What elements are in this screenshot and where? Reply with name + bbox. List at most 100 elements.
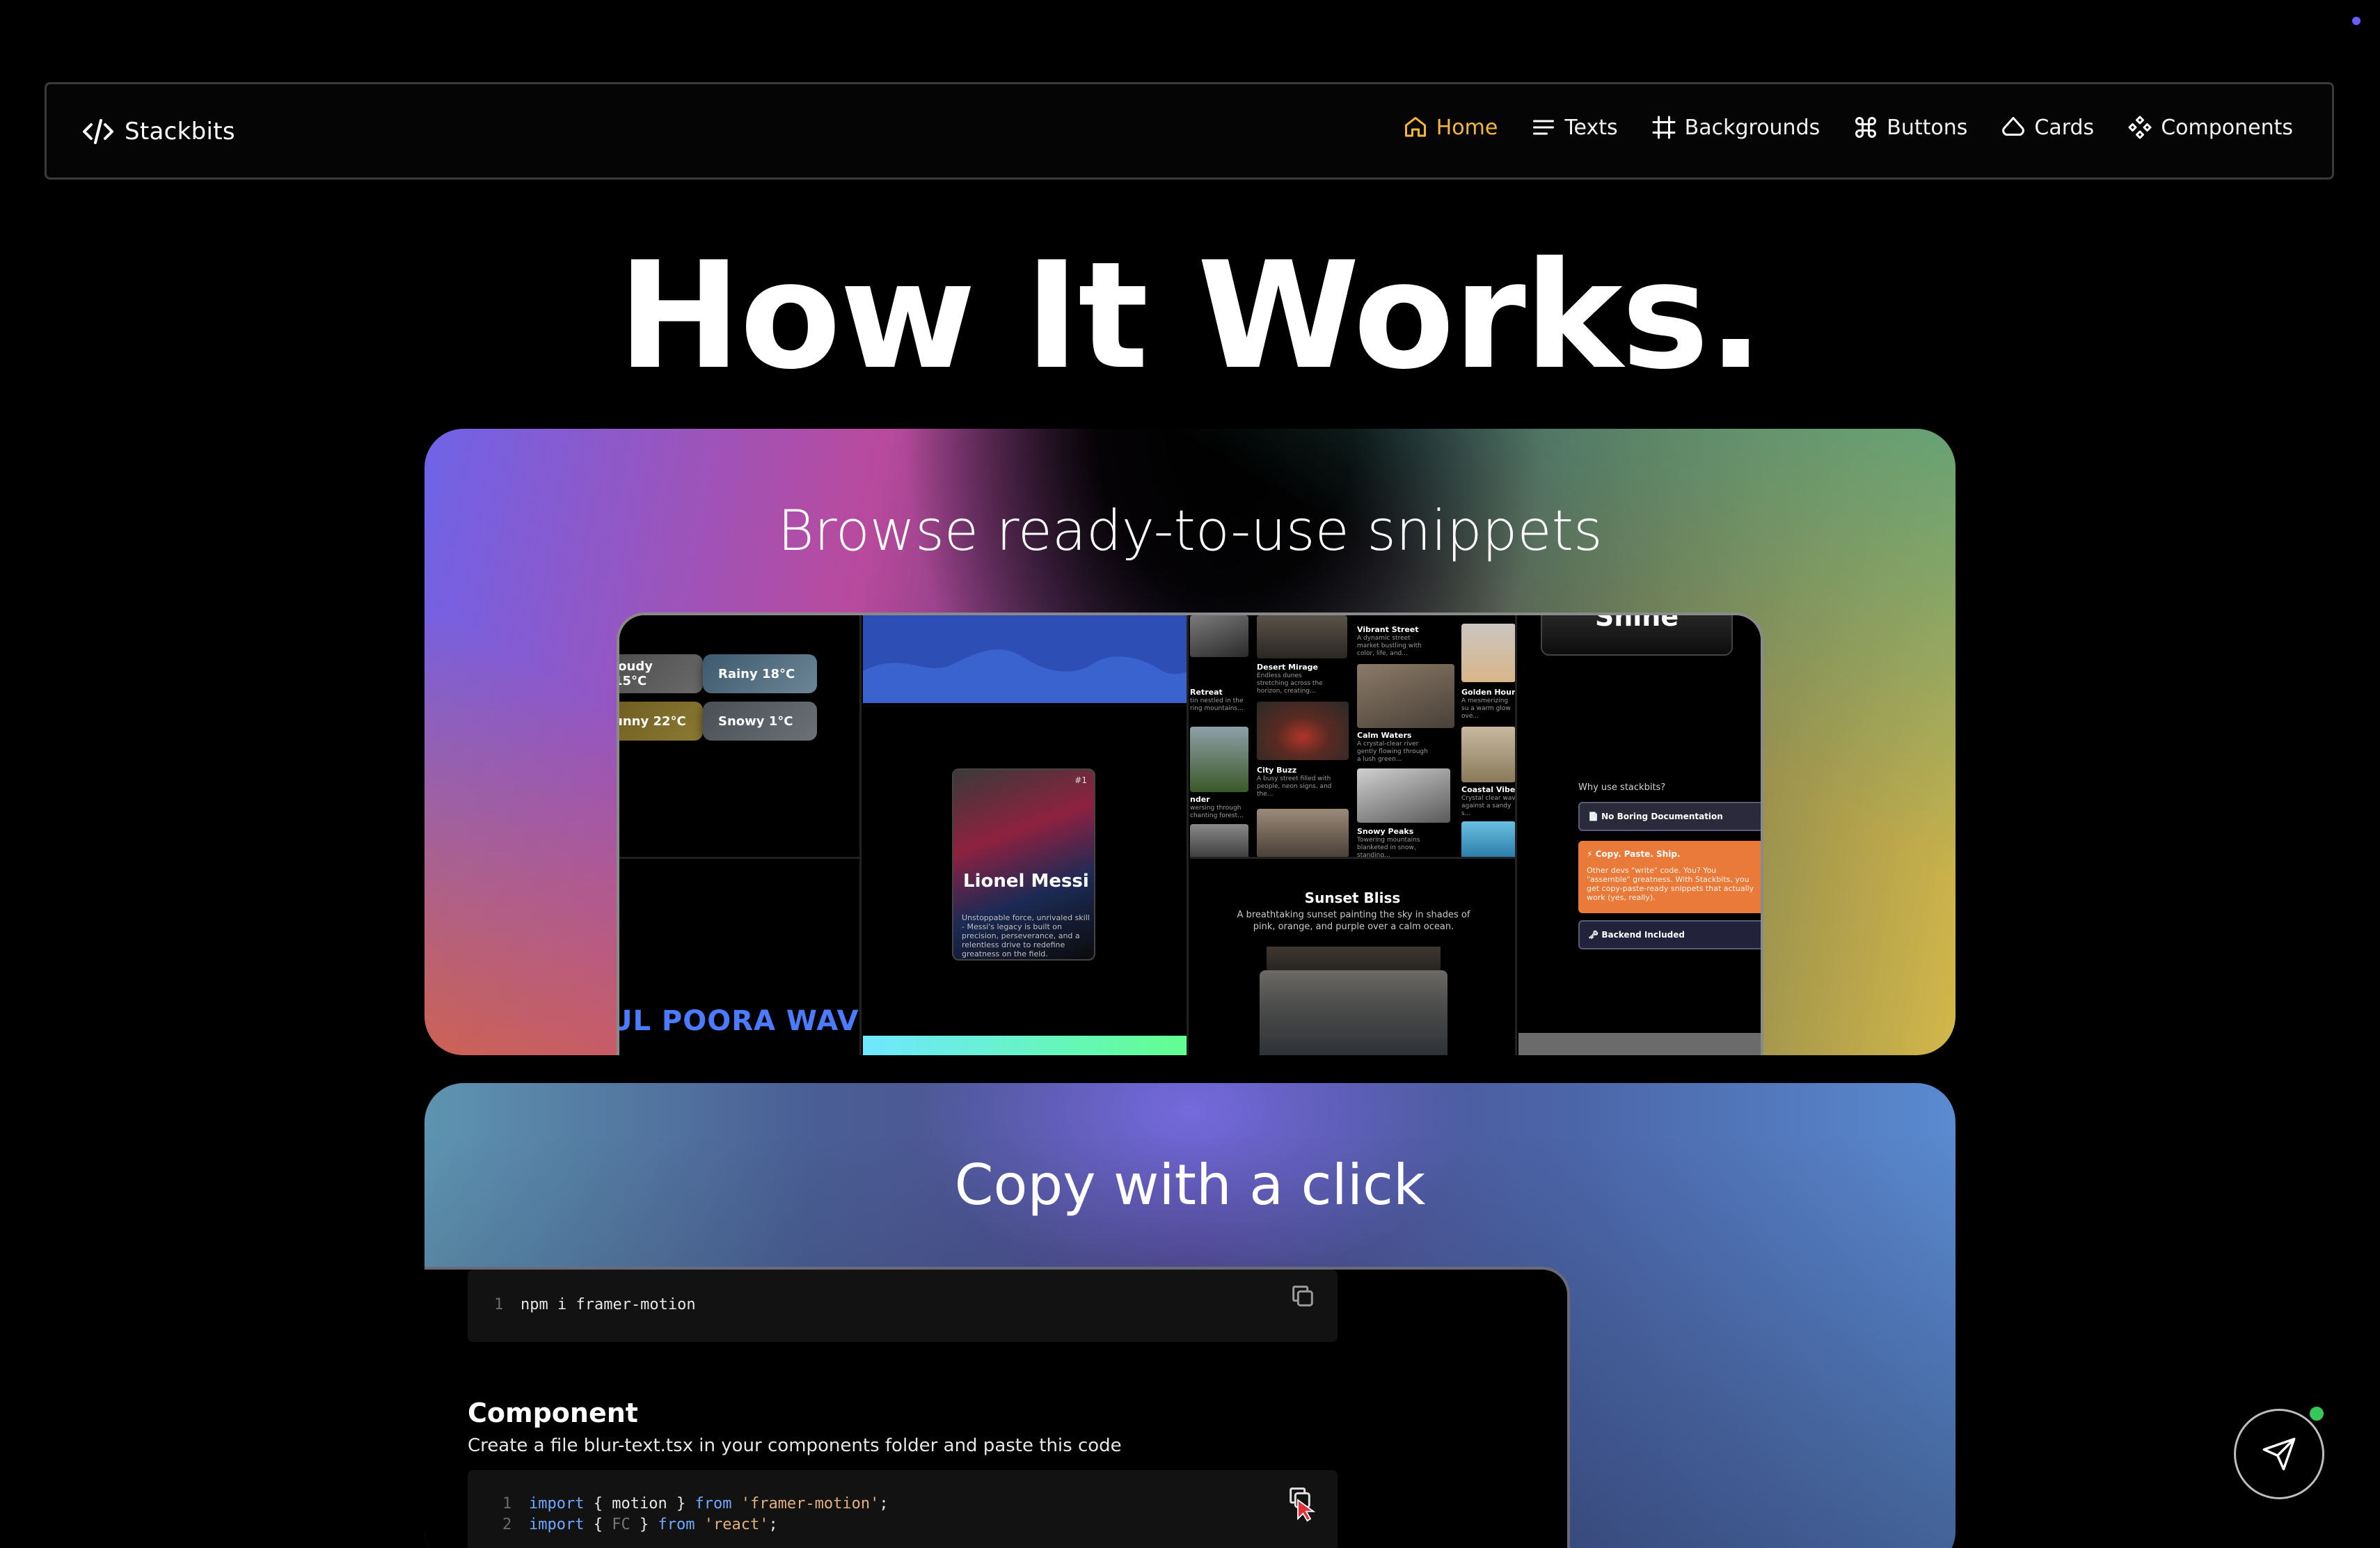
cursor-icon bbox=[1297, 1499, 1316, 1522]
thumb-skater[interactable] bbox=[1357, 768, 1450, 823]
thumb-desc: A crystal-clear river gently flowing thr… bbox=[1357, 741, 1428, 763]
thumb-desc: A mesmerizing su a warm glow ove... bbox=[1461, 697, 1511, 720]
card-showcase-panel: #1 Lionel Messi Unstoppable force, unriv… bbox=[863, 615, 1189, 1055]
thumb-caption: Calm Waters bbox=[1357, 731, 1412, 740]
gradient-bar bbox=[863, 1036, 1187, 1055]
text-lines-icon bbox=[1533, 120, 1555, 135]
install-command: npm i framer-motion bbox=[521, 1296, 696, 1313]
sunset-stack-panel: Sunset Bliss A breathtaking sunset paint… bbox=[1190, 859, 1517, 1055]
nav-backgrounds[interactable]: Backgrounds bbox=[1651, 115, 1820, 140]
stacked-image-mountains[interactable] bbox=[1260, 970, 1447, 1055]
wavy-text: UL POORA WAVY! bbox=[619, 1005, 859, 1037]
thumb-desc: A dynamic street market bustling with co… bbox=[1357, 635, 1422, 657]
thumb-crowd[interactable] bbox=[1257, 809, 1349, 857]
code-preview-screen: 1 npm i framer-motion Component Create a… bbox=[425, 1267, 1570, 1548]
thumb-golden-hour[interactable] bbox=[1461, 624, 1515, 682]
thumb-desc: Crystal clear wav against a sandy s... bbox=[1461, 795, 1516, 817]
step-browse-title: Browse ready-to-use snippets bbox=[777, 498, 1603, 563]
thumb-desc: Endless dunes stretching across the hori… bbox=[1257, 672, 1323, 695]
page-title: How It Works. bbox=[617, 230, 1764, 402]
sunset-desc: A breathtaking sunset painting the sky i… bbox=[1237, 910, 1470, 932]
command-icon bbox=[1855, 117, 1877, 138]
install-code-block: 1 npm i framer-motion bbox=[468, 1270, 1338, 1342]
top-navbar: Stackbits Home Texts Backgrounds Buttons… bbox=[45, 82, 2334, 180]
nav-buttons[interactable]: Buttons bbox=[1853, 115, 1967, 140]
image-grid-panel: Retreat tin nestled in the ring mountain… bbox=[1190, 615, 1517, 859]
step-copy-card: Copy with a click 1 npm i framer-motion … bbox=[425, 1083, 1955, 1548]
feature-label: 📄 No Boring Documentation bbox=[1588, 812, 1723, 821]
thumb-beach-crowd[interactable] bbox=[1461, 727, 1515, 782]
thumb-caption: Snowy Peaks bbox=[1357, 827, 1414, 836]
thumb-caption: Vibrant Street bbox=[1357, 625, 1419, 634]
line-number: 1 bbox=[502, 1495, 512, 1513]
thumb-desc: tin nestled in the ring mountains... bbox=[1190, 697, 1244, 712]
thumb-caption: Retreat bbox=[1190, 688, 1223, 697]
feature-backend[interactable]: 🗝 Backend Included bbox=[1578, 920, 1761, 949]
thumb-ocean[interactable] bbox=[1461, 821, 1515, 857]
code-icon bbox=[83, 119, 113, 144]
player-rank: #1 bbox=[1074, 775, 1087, 785]
component-heading: Component bbox=[468, 1398, 638, 1428]
feature-sub: Other devs "write" code. You? You "assem… bbox=[1587, 866, 1754, 902]
send-icon bbox=[2262, 1437, 2296, 1471]
snippets-preview-screen: loudy 15°C Rainy 18°C unny 22°C Snowy 1°… bbox=[617, 613, 1763, 1055]
thumb-caption: Golden Hour bbox=[1461, 688, 1516, 697]
weather-chip-cloudy[interactable]: loudy 15°C bbox=[619, 654, 703, 693]
nav-buttons-label: Buttons bbox=[1887, 115, 1968, 140]
feature-no-docs[interactable]: 📄 No Boring Documentation bbox=[1578, 802, 1761, 831]
corner-dot bbox=[2352, 17, 2361, 25]
thumb-desc: A busy street filled with people, neon s… bbox=[1257, 775, 1332, 798]
feature-label: 🗝 Backend Included bbox=[1588, 930, 1685, 940]
component-instructions: Create a file blur-text.tsx in your comp… bbox=[468, 1435, 1122, 1456]
nav-components-label: Components bbox=[2161, 115, 2293, 140]
nav-home-label: Home bbox=[1436, 115, 1498, 140]
blue-wave-background bbox=[863, 615, 1187, 703]
nav-home[interactable]: Home bbox=[1403, 115, 1498, 140]
thumb-caption: Coastal Vibes bbox=[1461, 785, 1517, 794]
online-status-dot bbox=[2308, 1405, 2326, 1423]
thumb-cafe-street[interactable] bbox=[1357, 664, 1454, 728]
weather-panel: loudy 15°C Rainy 18°C unny 22°C Snowy 1°… bbox=[619, 615, 862, 859]
feature-copy-paste[interactable]: ⚡ Copy. Paste. Ship. Other devs "write" … bbox=[1578, 841, 1761, 913]
weather-chip-rainy[interactable]: Rainy 18°C bbox=[703, 654, 817, 693]
brand-name: Stackbits bbox=[125, 118, 235, 145]
components-icon bbox=[2128, 116, 2152, 139]
wave-shape bbox=[863, 649, 1187, 703]
thumb-street-people[interactable] bbox=[1190, 615, 1248, 657]
copy-icon[interactable] bbox=[1289, 1282, 1317, 1310]
thumb-caption: City Buzz bbox=[1257, 766, 1297, 775]
nav-components[interactable]: Components bbox=[2127, 115, 2293, 140]
nav-texts[interactable]: Texts bbox=[1531, 115, 1618, 140]
player-desc: Unstoppable force, unrivaled skill - Mes… bbox=[962, 913, 1090, 958]
nav-cards-label: Cards bbox=[2034, 115, 2095, 140]
thumb-desc: Towering mountains blanketed in snow, st… bbox=[1357, 837, 1420, 859]
frame-icon bbox=[1652, 116, 1676, 139]
line-number: 1 bbox=[494, 1296, 504, 1313]
thumb-tree[interactable] bbox=[1190, 727, 1248, 792]
nav-texts-label: Texts bbox=[1564, 115, 1618, 140]
feature-label: ⚡ Copy. Paste. Ship. bbox=[1587, 849, 1681, 859]
code-line-1: import { motion } from 'framer-motion'; bbox=[529, 1495, 889, 1513]
player-name: Lionel Messi bbox=[963, 871, 1089, 892]
thumb-city-lights[interactable] bbox=[1190, 824, 1248, 857]
step-copy-title: Copy with a click bbox=[954, 1153, 1426, 1217]
step-browse-card: Browse ready-to-use snippets loudy 15°C … bbox=[425, 429, 1955, 1055]
send-feedback-button[interactable] bbox=[2234, 1409, 2324, 1499]
weather-chip-snowy[interactable]: Snowy 1°C bbox=[703, 702, 817, 741]
thumb-desc: wersing through chanting forest... bbox=[1190, 805, 1244, 819]
features-panel: Shine Why use stackbits? 📄 No Boring Doc… bbox=[1518, 615, 1761, 1055]
weather-chip-sunny[interactable]: unny 22°C bbox=[619, 702, 703, 741]
thumb-red-car[interactable] bbox=[1257, 702, 1349, 760]
player-card[interactable]: #1 Lionel Messi Unstoppable force, unriv… bbox=[952, 768, 1095, 961]
why-label: Why use stackbits? bbox=[1578, 782, 1666, 793]
thumb-caption: nder bbox=[1190, 795, 1210, 804]
nav-backgrounds-label: Backgrounds bbox=[1684, 115, 1820, 140]
card-icon bbox=[2002, 117, 2025, 136]
shine-button[interactable]: Shine bbox=[1541, 615, 1733, 656]
thumb-caption: Desert Mirage bbox=[1257, 663, 1319, 672]
nav-cards[interactable]: Cards bbox=[2001, 115, 2094, 140]
code-line-2: import { FC } from 'react'; bbox=[529, 1516, 778, 1533]
brand-logo[interactable]: Stackbits bbox=[81, 115, 235, 148]
thumb-desert-road[interactable] bbox=[1257, 615, 1347, 658]
wavy-text-panel: UL POORA WAVY! bbox=[619, 859, 862, 1055]
